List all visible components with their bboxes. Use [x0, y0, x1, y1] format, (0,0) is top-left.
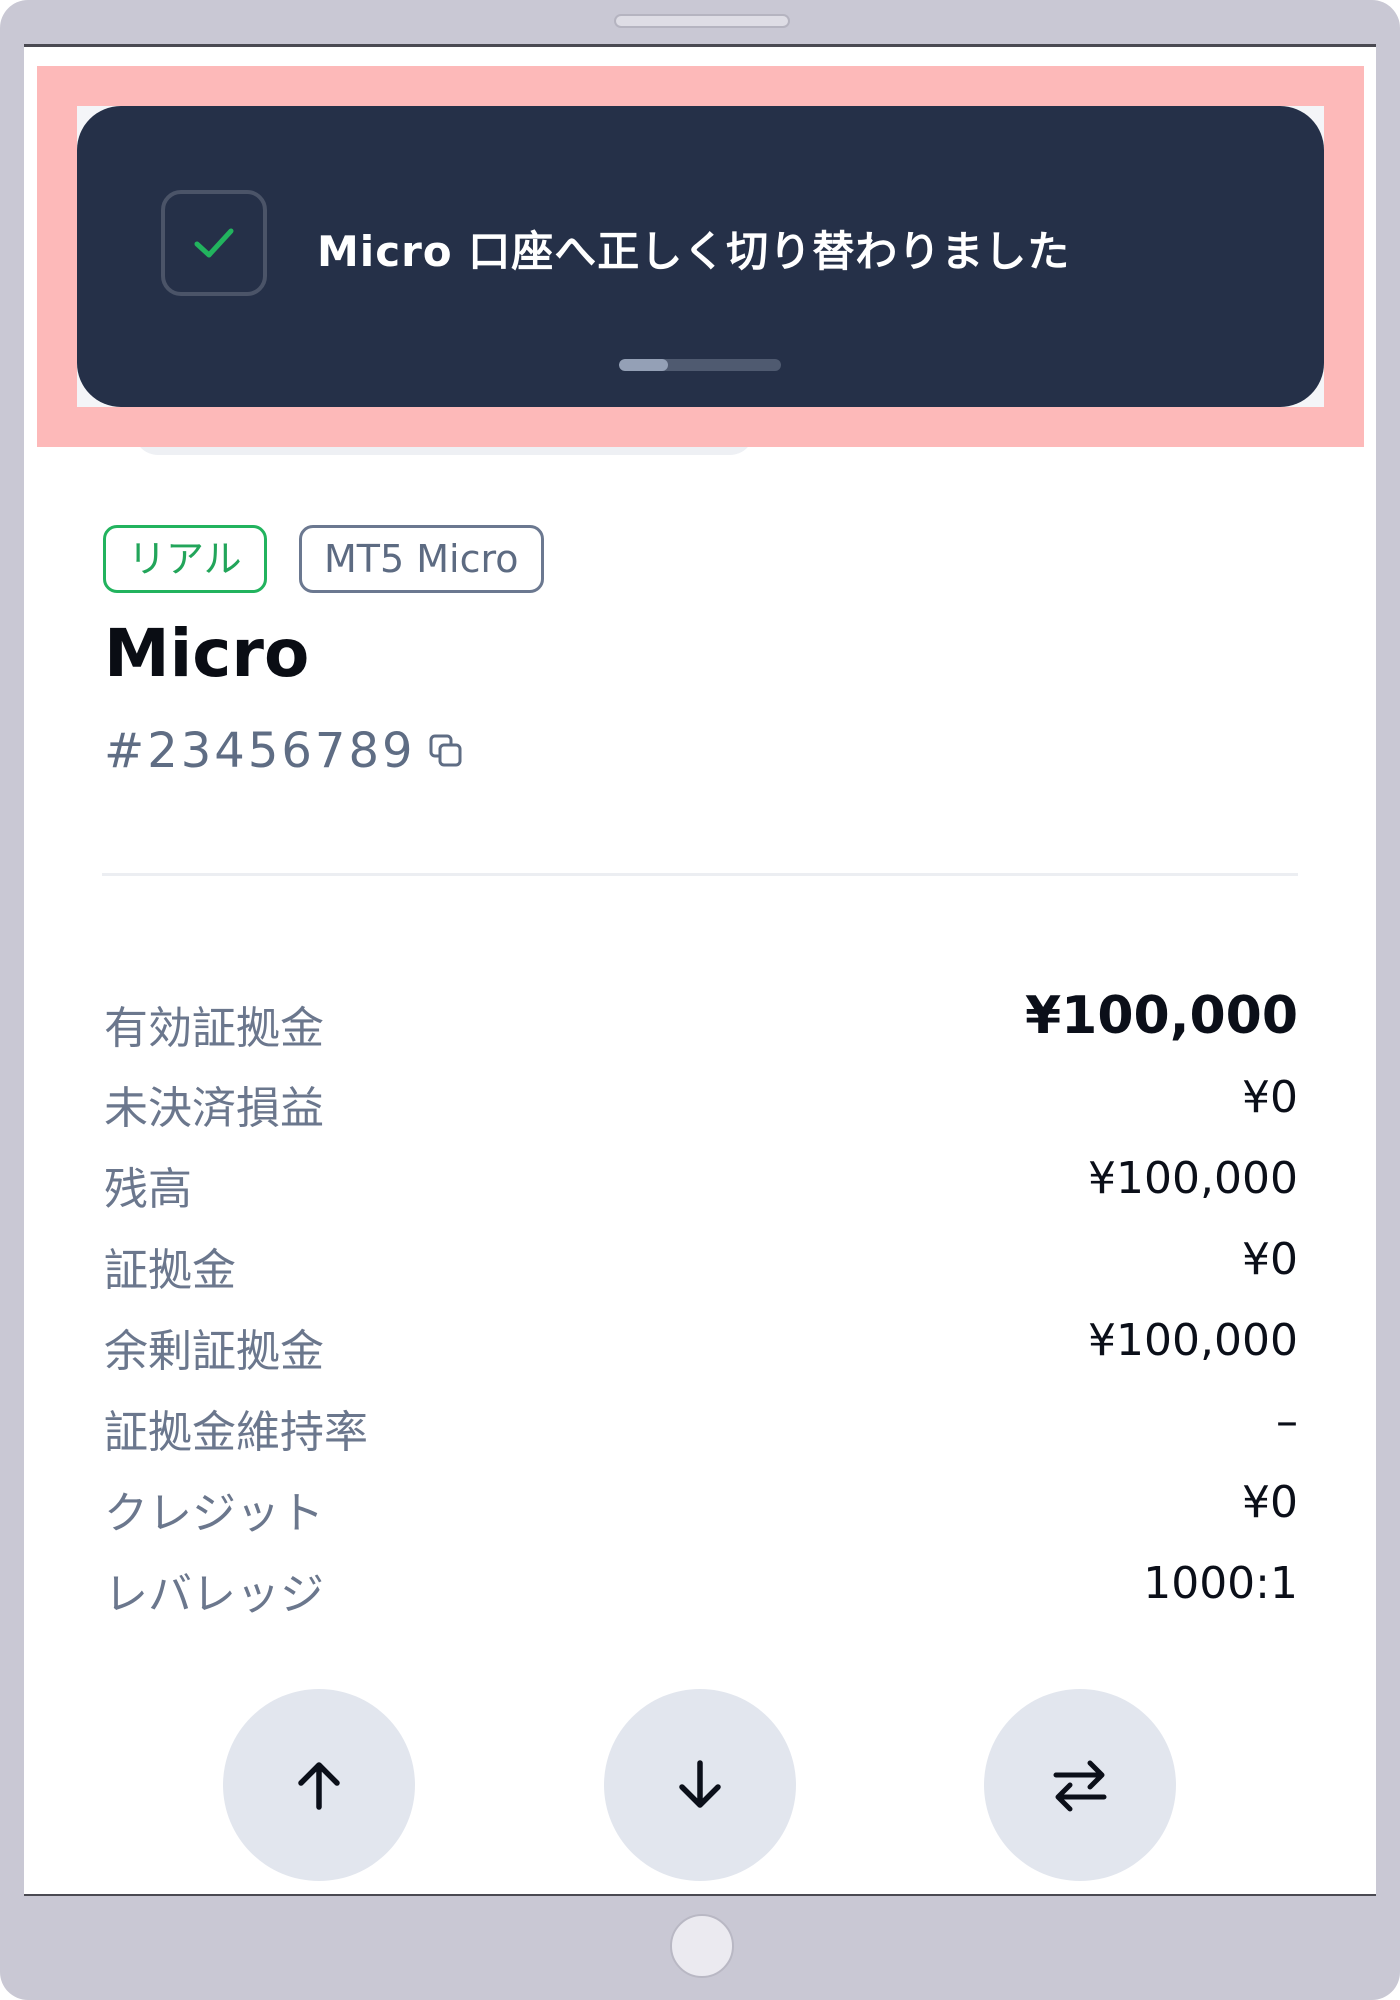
success-toast[interactable]: Micro 口座へ正しく切り替わりました: [77, 106, 1324, 407]
swap-arrows-icon: [1053, 1760, 1107, 1812]
metric-label: レバレッジ: [104, 1569, 324, 1620]
metric-row-free-margin: 余剰証拠金 ¥100,000: [104, 1315, 1298, 1377]
metric-value: ¥100,000: [1024, 986, 1298, 1046]
toast-highlight: Micro 口座へ正しく切り替わりました: [37, 66, 1364, 447]
app-screen: Micro 口座へ正しく切り替わりました リアル MT5 Micro Micro…: [24, 44, 1376, 1896]
account-name: Micro: [104, 615, 310, 692]
account-tag-type: MT5 Micro: [299, 525, 544, 593]
metric-label: 証拠金: [104, 1245, 236, 1296]
withdraw-button[interactable]: [604, 1689, 796, 1881]
metric-row-balance: 残高 ¥100,000: [104, 1153, 1298, 1215]
metric-label: 証拠金維持率: [104, 1407, 368, 1458]
metric-value: ¥0: [1242, 1072, 1298, 1123]
toast-message: Micro 口座へ正しく切り替わりました: [317, 227, 1071, 276]
metric-row-leverage: レバレッジ 1000:1: [104, 1558, 1298, 1620]
metric-label: 未決済損益: [104, 1083, 324, 1134]
metric-row-unrealized-pl: 未決済損益 ¥0: [104, 1072, 1298, 1134]
account-tag-real: リアル: [103, 525, 267, 593]
account-number: #23456789: [104, 723, 416, 779]
metric-label: クレジット: [104, 1488, 324, 1539]
device-frame: Micro 口座へ正しく切り替わりました リアル MT5 Micro Micro…: [0, 0, 1400, 2000]
device-home-button[interactable]: [670, 1914, 734, 1978]
transfer-button[interactable]: [984, 1689, 1176, 1881]
device-speaker: [614, 14, 790, 28]
metric-value: –: [1276, 1396, 1298, 1447]
arrow-up-icon: [298, 1762, 340, 1810]
divider: [102, 873, 1298, 876]
toast-container: Micro 口座へ正しく切り替わりました: [77, 106, 1324, 407]
copy-icon[interactable]: [428, 733, 464, 769]
metric-row-margin-level: 証拠金維持率 –: [104, 1396, 1298, 1458]
metric-value: ¥100,000: [1088, 1315, 1298, 1366]
check-icon: [161, 190, 267, 296]
metric-value: ¥0: [1242, 1477, 1298, 1528]
deposit-button[interactable]: [223, 1689, 415, 1881]
metric-label: 有効証拠金: [104, 1003, 324, 1054]
metric-label: 残高: [104, 1164, 192, 1215]
metric-row-equity: 有効証拠金 ¥100,000: [104, 986, 1298, 1054]
metric-value: 1000:1: [1143, 1558, 1298, 1609]
metric-value: ¥0: [1242, 1234, 1298, 1285]
metric-label: 余剰証拠金: [104, 1326, 324, 1377]
metric-row-margin: 証拠金 ¥0: [104, 1234, 1298, 1296]
arrow-down-icon: [679, 1760, 721, 1808]
toast-progress-fill: [619, 359, 668, 371]
toast-progress-bar: [619, 359, 781, 371]
metric-value: ¥100,000: [1088, 1153, 1298, 1204]
metric-row-credit: クレジット ¥0: [104, 1477, 1298, 1539]
